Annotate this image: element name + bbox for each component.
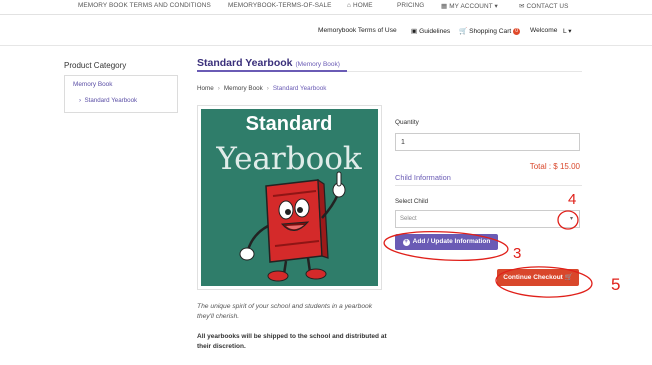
envelope-icon: ✉ xyxy=(519,3,525,10)
page-title: Standard Yearbook (Memory Book) xyxy=(197,57,340,69)
breadcrumb-memory-book[interactable]: Memory Book xyxy=(224,85,263,92)
nav-home-label: HOME xyxy=(353,2,373,9)
guidelines-link[interactable]: ▣ Guidelines xyxy=(411,27,450,35)
plus-circle-icon: + xyxy=(402,239,410,246)
product-image: Standard Yearbook xyxy=(201,109,378,286)
add-button-label: Add / Update Information xyxy=(412,238,491,245)
nav-contact-us[interactable]: ✉ CONTACT US xyxy=(519,2,569,10)
annotation-number-5: 5 xyxy=(611,275,620,294)
welcome-text: Welcome xyxy=(530,27,558,34)
cart-label: Shopping Cart xyxy=(469,28,512,35)
caret-down-icon: ▾ xyxy=(568,28,572,35)
product-title: Standard Yearbook xyxy=(197,57,293,69)
nav-pricing[interactable]: PRICING xyxy=(397,2,424,9)
chevron-right-icon: › xyxy=(266,85,269,92)
select-child-value: Select xyxy=(400,216,417,222)
book-icon: ▣ xyxy=(411,28,418,35)
top-navbar: MEMORY BOOK TERMS AND CONDITIONS MEMORYB… xyxy=(0,0,652,15)
cart-icon: 🛒 xyxy=(564,274,573,281)
select-child-label: Select Child xyxy=(395,198,429,205)
image-text-yearbook: Yearbook xyxy=(215,141,362,177)
chevron-right-icon: › xyxy=(217,85,220,92)
home-icon: ⌂ xyxy=(347,2,352,9)
product-image-frame: Standard Yearbook xyxy=(197,105,382,290)
chevron-right-icon: › xyxy=(79,97,82,104)
guidelines-label: Guidelines xyxy=(419,28,451,35)
nav-terms-of-sale[interactable]: MEMORYBOOK-TERMS-OF-SALE xyxy=(228,2,331,9)
child-info-divider xyxy=(395,185,582,186)
product-category-heading: Product Category xyxy=(64,61,127,70)
select-child-dropdown[interactable]: Select ▾ xyxy=(395,210,580,228)
total-price: Total : $ 15.00 xyxy=(529,162,580,171)
quantity-label: Quantity xyxy=(395,119,419,126)
terms-of-use-link[interactable]: Memorybook Terms of Use xyxy=(318,27,397,34)
shipping-note: All yearbooks will be shipped to the sch… xyxy=(197,333,387,350)
nav-my-account-label: MY ACCOUNT xyxy=(449,3,493,10)
user-menu[interactable]: L ▾ xyxy=(563,27,572,35)
cart-count-badge: 0 xyxy=(513,28,520,35)
annotation-number-3: 3 xyxy=(513,245,521,262)
cart-icon: 🛒 xyxy=(459,28,468,35)
child-information-heading: Child Information xyxy=(395,173,451,182)
breadcrumb-current: Standard Yearbook xyxy=(272,85,327,92)
grid-icon: ▦ xyxy=(441,3,448,10)
nav-home[interactable]: ⌂ HOME xyxy=(347,2,373,9)
add-update-information-button[interactable]: + Add / Update Information xyxy=(395,234,498,250)
caret-down-icon: ▾ xyxy=(494,3,498,10)
quantity-input[interactable]: 1 xyxy=(395,133,580,151)
image-text-standard: Standard xyxy=(246,113,333,135)
product-subtitle: (Memory Book) xyxy=(295,61,340,68)
category-standard-yearbook[interactable]: › Standard Yearbook xyxy=(79,97,137,104)
annotation-number-4: 4 xyxy=(568,191,576,208)
category-memory-book[interactable]: Memory Book xyxy=(73,81,112,88)
user-initial: L xyxy=(563,28,567,35)
breadcrumb: Home › Memory Book › Standard Yearbook xyxy=(197,85,326,92)
account-bar: Memorybook Terms of Use ▣ Guidelines 🛒 S… xyxy=(0,14,652,46)
nav-terms-conditions[interactable]: MEMORY BOOK TERMS AND CONDITIONS xyxy=(78,2,211,9)
checkout-button-label: Continue Checkout xyxy=(503,274,563,281)
nav-contact-label: CONTACT US xyxy=(526,3,569,10)
shopping-cart-link[interactable]: 🛒 Shopping Cart 0 xyxy=(459,27,520,35)
subcategory-label: Standard Yearbook xyxy=(84,97,138,104)
title-underline xyxy=(197,70,347,72)
breadcrumb-home[interactable]: Home xyxy=(197,85,214,92)
nav-my-account[interactable]: ▦ MY ACCOUNT ▾ xyxy=(441,2,498,10)
category-list: Memory Book › Standard Yearbook xyxy=(64,75,178,113)
product-description: The unique spirit of your school and stu… xyxy=(197,303,373,320)
continue-checkout-button[interactable]: Continue Checkout 🛒 xyxy=(497,269,579,286)
chevron-down-icon: ▾ xyxy=(569,216,573,222)
